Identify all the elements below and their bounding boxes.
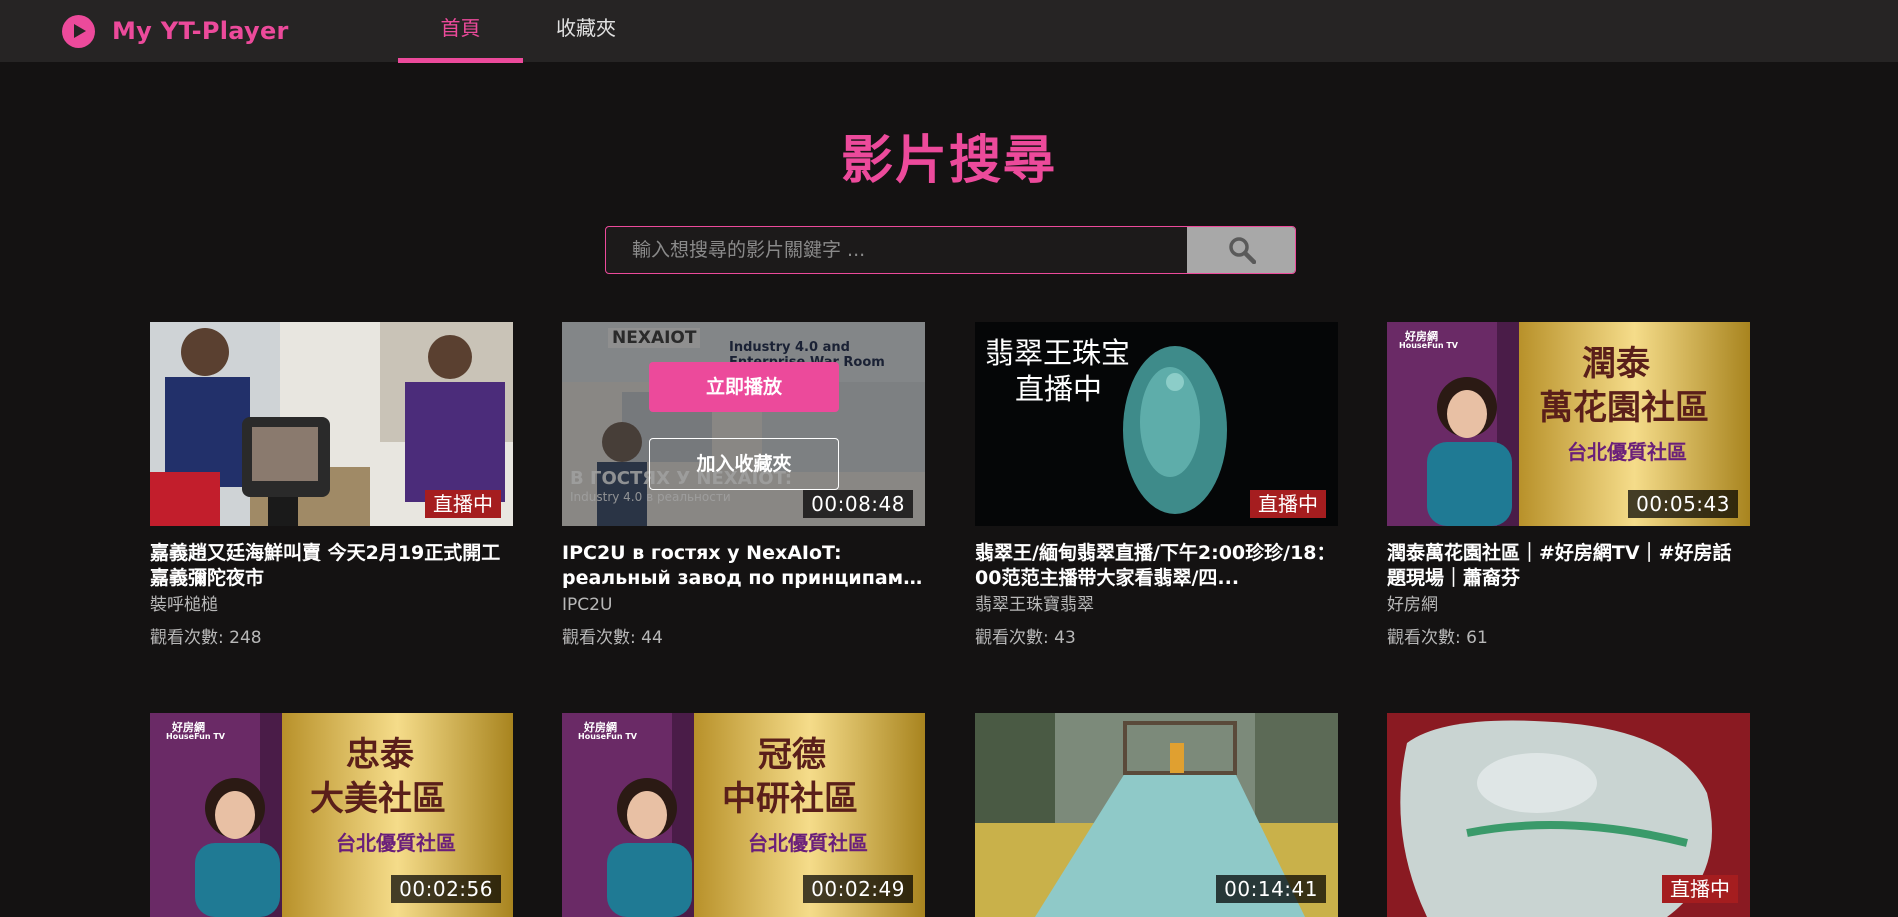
page-title: 影片搜尋 bbox=[840, 131, 1057, 191]
channel-name[interactable]: IPC2U bbox=[562, 594, 925, 616]
duration-badge: 00:14:41 bbox=[1216, 875, 1326, 903]
thumbnail-caption: 冠德 bbox=[758, 735, 826, 775]
search-bar bbox=[605, 226, 1296, 274]
play-logo-icon bbox=[62, 14, 95, 48]
thumbnail-caption: 潤泰 bbox=[1582, 344, 1650, 384]
thumbnail-caption: 忠泰 bbox=[346, 735, 414, 775]
video-card[interactable]: 00:14:41 bbox=[975, 713, 1338, 917]
thumbnail-caption: 直播中 bbox=[1015, 372, 1103, 406]
brand[interactable]: My YT-Player bbox=[62, 14, 289, 48]
video-card[interactable]: 好房網 HouseFun TV 冠德 中研社區 台北優質社區 00:02:49 bbox=[562, 713, 925, 917]
video-card[interactable]: 好房網 HouseFun TV 潤泰 萬花園社區 台北優質社區 00:05:43… bbox=[1387, 322, 1750, 649]
video-card[interactable]: NEXAIOT Industry 4.0 and Enterprise War … bbox=[562, 322, 925, 649]
brand-name: My YT-Player bbox=[112, 17, 289, 45]
channel-name[interactable]: 裝呼槌槌 bbox=[150, 594, 513, 616]
thumbnail-logo: HouseFun TV bbox=[1399, 341, 1458, 350]
duration-badge: 00:02:56 bbox=[391, 875, 501, 903]
add-to-favorites-button[interactable]: 加入收藏夾 bbox=[649, 438, 839, 490]
video-title[interactable]: 嘉義趙又廷海鮮叫賣 今天2月19正式開工 嘉義彌陀夜市 bbox=[150, 541, 513, 591]
video-thumbnail[interactable]: 直播中 bbox=[150, 322, 513, 526]
view-count: 觀看次數: 44 bbox=[562, 628, 663, 648]
tab-home[interactable]: 首頁 bbox=[398, 0, 523, 63]
video-thumbnail[interactable]: 直播中 bbox=[1387, 713, 1750, 917]
search-input[interactable] bbox=[606, 227, 1186, 273]
view-count: 觀看次數: 248 bbox=[150, 628, 262, 648]
video-title[interactable]: 潤泰萬花園社區｜#好房網TV｜#好房話題現場｜蕭裔芬 bbox=[1387, 541, 1750, 591]
video-thumbnail[interactable]: 好房網 HouseFun TV 潤泰 萬花園社區 台北優質社區 00:05:43 bbox=[1387, 322, 1750, 526]
thumbnail-caption: 台北優質社區 bbox=[748, 831, 868, 855]
thumbnail-caption: 台北優質社區 bbox=[336, 831, 456, 855]
video-thumbnail[interactable]: 翡翠王珠宝 直播中 直播中 bbox=[975, 322, 1338, 526]
view-count: 觀看次數: 43 bbox=[975, 628, 1076, 648]
thumbnail-logo: HouseFun TV bbox=[166, 732, 225, 741]
video-thumbnail[interactable]: 00:14:41 bbox=[975, 713, 1338, 917]
channel-name[interactable]: 好房網 bbox=[1387, 594, 1750, 616]
duration-badge: 00:05:43 bbox=[1628, 490, 1738, 518]
channel-name[interactable]: 翡翠王珠寶翡翠 bbox=[975, 594, 1338, 616]
search-icon bbox=[1229, 237, 1256, 264]
video-card[interactable]: 直播中 嘉義趙又廷海鮮叫賣 今天2月19正式開工 嘉義彌陀夜市 裝呼槌槌 觀看次… bbox=[150, 322, 513, 649]
live-badge: 直播中 bbox=[1662, 875, 1738, 903]
live-badge: 直播中 bbox=[1250, 490, 1326, 518]
view-count: 觀看次數: 61 bbox=[1387, 628, 1488, 648]
video-thumbnail[interactable]: 好房網 HouseFun TV 忠泰 大美社區 台北優質社區 00:02:56 bbox=[150, 713, 513, 917]
video-card[interactable]: 直播中 bbox=[1387, 713, 1750, 917]
live-badge: 直播中 bbox=[425, 490, 501, 518]
duration-badge: 00:08:48 bbox=[803, 490, 913, 518]
video-thumbnail[interactable]: 好房網 HouseFun TV 冠德 中研社區 台北優質社區 00:02:49 bbox=[562, 713, 925, 917]
thumbnail-caption: 萬花園社區 bbox=[1539, 388, 1709, 428]
top-navbar: My YT-Player 首頁 收藏夾 bbox=[0, 0, 1898, 63]
video-title[interactable]: 翡翠王/緬甸翡翠直播/下午2:00珍珍/18：00范范主播带大家看翡翠/四... bbox=[975, 541, 1338, 591]
search-button[interactable] bbox=[1187, 227, 1295, 273]
thumbnail-caption: 大美社區 bbox=[310, 779, 446, 819]
duration-badge: 00:02:49 bbox=[803, 875, 913, 903]
video-card[interactable]: 好房網 HouseFun TV 忠泰 大美社區 台北優質社區 00:02:56 bbox=[150, 713, 513, 917]
thumbnail-caption: 中研社區 bbox=[722, 779, 858, 819]
play-now-button[interactable]: 立即播放 bbox=[649, 362, 839, 412]
thumbnail-logo: HouseFun TV bbox=[578, 732, 637, 741]
thumbnail-caption: 台北優質社區 bbox=[1567, 440, 1687, 464]
video-thumbnail[interactable]: NEXAIOT Industry 4.0 and Enterprise War … bbox=[562, 322, 925, 526]
tab-favorites[interactable]: 收藏夾 bbox=[540, 0, 632, 58]
video-card[interactable]: 翡翠王珠宝 直播中 直播中 翡翠王/緬甸翡翠直播/下午2:00珍珍/18：00范… bbox=[975, 322, 1338, 649]
video-title[interactable]: IPC2U в гостях у NexAIoT: реальный завод… bbox=[562, 541, 925, 591]
